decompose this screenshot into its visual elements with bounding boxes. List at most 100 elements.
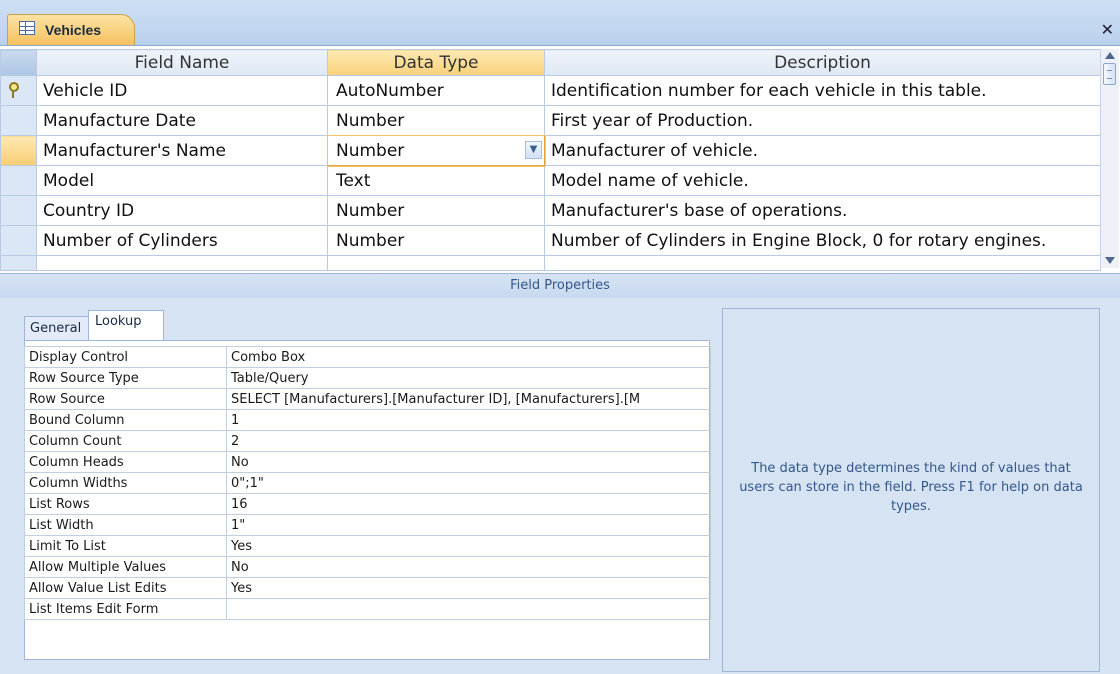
row-selector[interactable]	[0, 75, 37, 106]
property-value[interactable]: 16	[226, 493, 711, 515]
tab-general[interactable]: General	[24, 316, 90, 340]
property-value[interactable]: Table/Query	[226, 367, 711, 389]
data-type-cell[interactable]	[327, 255, 545, 271]
property-label: Allow Multiple Values	[24, 556, 227, 578]
property-label: Column Count	[24, 430, 227, 452]
property-row[interactable]: Limit To List Yes	[24, 535, 711, 557]
property-row[interactable]: Display Control Combo Box	[24, 346, 711, 368]
column-header-description: Description	[544, 49, 1101, 76]
property-label: List Rows	[24, 493, 227, 515]
document-tab-bar: Vehicles ✕	[0, 0, 1120, 46]
property-row[interactable]: Column Heads No	[24, 451, 711, 473]
property-value[interactable]: Yes	[226, 535, 711, 557]
close-icon[interactable]: ✕	[1101, 20, 1114, 39]
row-selector[interactable]	[0, 255, 37, 271]
property-label: Bound Column	[24, 409, 227, 431]
field-design-grid: Field Name Data Type Description Vehicle…	[0, 49, 1101, 271]
row-selector[interactable]	[0, 165, 37, 196]
property-label: List Width	[24, 514, 227, 536]
chevron-down-icon[interactable]: ▼	[525, 141, 542, 159]
data-type-combo[interactable]: Number ▼	[326, 134, 546, 167]
property-label: Row Source Type	[24, 367, 227, 389]
table-icon	[19, 21, 35, 35]
description-cell[interactable]: Manufacturer of vehicle.	[544, 135, 1101, 166]
column-header-field-name: Field Name	[36, 49, 328, 76]
property-value[interactable]: 2	[226, 430, 711, 452]
property-label: Display Control	[24, 346, 227, 368]
field-name-cell[interactable]: Country ID	[36, 195, 328, 226]
field-name-cell[interactable]	[36, 255, 328, 271]
row-selector-current[interactable]	[0, 135, 37, 166]
property-value[interactable]: SELECT [Manufacturers].[Manufacturer ID]…	[226, 388, 711, 410]
primary-key-icon	[7, 82, 19, 98]
table-row[interactable]: Country ID Number Manufacturer's base of…	[0, 195, 1101, 226]
help-description-box: The data type determines the kind of val…	[722, 308, 1100, 672]
property-label: Column Heads	[24, 451, 227, 473]
property-row[interactable]: Row Source SELECT [Manufacturers].[Manufa…	[24, 388, 711, 410]
property-label: Row Source	[24, 388, 227, 410]
grid-header-row: Field Name Data Type Description	[0, 49, 1101, 76]
table-row-empty[interactable]	[0, 255, 1101, 271]
table-row[interactable]: Vehicle ID AutoNumber Identification num…	[0, 75, 1101, 106]
document-tab-label: Vehicles	[45, 22, 102, 38]
property-row[interactable]: Allow Value List Edits Yes	[24, 577, 711, 599]
property-label: Limit To List	[24, 535, 227, 557]
table-row-current[interactable]: Manufacturer's Name Number ▼ Manufacture…	[0, 134, 1101, 167]
tab-lookup[interactable]: Lookup	[88, 310, 164, 341]
property-value[interactable]	[226, 598, 711, 620]
table-row[interactable]: Model Text Model name of vehicle.	[0, 165, 1101, 196]
field-name-cell[interactable]: Vehicle ID	[36, 75, 328, 106]
data-type-cell[interactable]: AutoNumber	[327, 75, 545, 106]
property-row[interactable]: Bound Column 1	[24, 409, 711, 431]
description-cell[interactable]: Manufacturer's base of operations.	[544, 195, 1101, 226]
property-label: Allow Value List Edits	[24, 577, 227, 599]
property-value[interactable]: Combo Box	[226, 346, 711, 368]
property-row[interactable]: Column Count 2	[24, 430, 711, 452]
lookup-properties-table: Display Control Combo Box Row Source Type…	[24, 346, 711, 620]
data-type-cell[interactable]: Number	[327, 105, 545, 136]
property-value[interactable]: 0";1"	[226, 472, 711, 494]
data-type-cell[interactable]: Text	[327, 165, 545, 196]
field-properties-header: Field Properties	[0, 273, 1120, 298]
field-name-cell[interactable]: Number of Cylinders	[36, 225, 328, 256]
property-row[interactable]: List Width 1"	[24, 514, 711, 536]
property-value[interactable]: No	[226, 451, 711, 473]
property-label: List Items Edit Form	[24, 598, 227, 620]
property-label: Column Widths	[24, 472, 227, 494]
field-name-cell[interactable]: Model	[36, 165, 328, 196]
property-row[interactable]: Row Source Type Table/Query	[24, 367, 711, 389]
field-name-cell[interactable]: Manufacturer's Name	[36, 135, 328, 166]
description-cell[interactable]: First year of Production.	[544, 105, 1101, 136]
scrollbar-thumb[interactable]	[1103, 63, 1116, 85]
table-row[interactable]: Manufacture Date Number First year of Pr…	[0, 105, 1101, 136]
vertical-scrollbar[interactable]	[1100, 49, 1119, 268]
column-header-data-type: Data Type	[327, 49, 545, 76]
description-cell[interactable]	[544, 255, 1101, 271]
description-cell[interactable]: Identification number for each vehicle i…	[544, 75, 1101, 106]
scroll-down-icon[interactable]	[1105, 257, 1115, 264]
data-type-combo-value[interactable]: Number	[336, 141, 404, 161]
description-cell[interactable]: Number of Cylinders in Engine Block, 0 f…	[544, 225, 1101, 256]
property-row[interactable]: List Rows 16	[24, 493, 711, 515]
table-row[interactable]: Number of Cylinders Number Number of Cyl…	[0, 225, 1101, 256]
row-selector[interactable]	[0, 105, 37, 136]
property-row[interactable]: List Items Edit Form	[24, 598, 711, 620]
document-tab-vehicles[interactable]: Vehicles	[7, 14, 135, 45]
row-selector[interactable]	[0, 225, 37, 256]
scroll-up-icon[interactable]	[1105, 52, 1115, 59]
select-all-corner[interactable]	[0, 49, 37, 76]
property-value[interactable]: No	[226, 556, 711, 578]
property-value[interactable]: Yes	[226, 577, 711, 599]
data-type-cell[interactable]: Number	[327, 195, 545, 226]
property-value[interactable]: 1"	[226, 514, 711, 536]
help-text: The data type determines the kind of val…	[739, 461, 1083, 514]
field-name-cell[interactable]: Manufacture Date	[36, 105, 328, 136]
field-properties-pane: General Lookup Display Control Combo Box …	[0, 298, 1120, 674]
property-row[interactable]: Allow Multiple Values No	[24, 556, 711, 578]
row-selector[interactable]	[0, 195, 37, 226]
property-row[interactable]: Column Widths 0";1"	[24, 472, 711, 494]
lookup-properties-panel: Display Control Combo Box Row Source Type…	[24, 340, 711, 660]
property-value[interactable]: 1	[226, 409, 711, 431]
data-type-cell[interactable]: Number	[327, 225, 545, 256]
description-cell[interactable]: Model name of vehicle.	[544, 165, 1101, 196]
